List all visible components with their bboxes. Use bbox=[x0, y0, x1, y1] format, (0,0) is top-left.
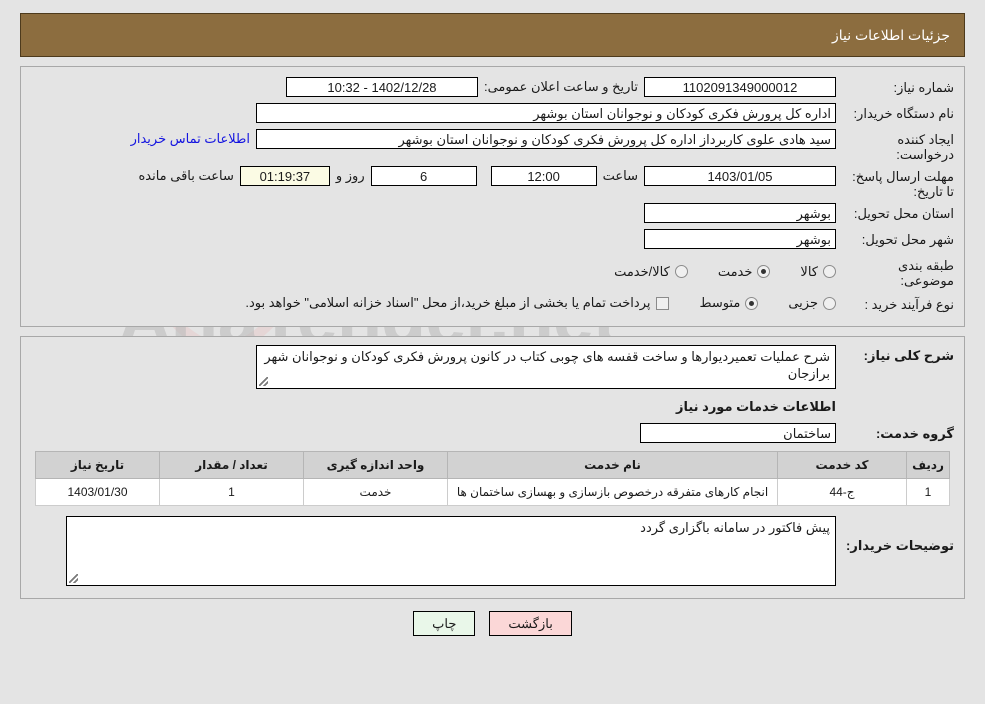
category-option-kala-khedmat[interactable]: کالا/خدمت bbox=[614, 264, 688, 280]
remaining-days-value: 6 bbox=[370, 166, 477, 186]
buyer-notes-value[interactable]: پیش فاکتور در سامانه باگزاری گردد bbox=[66, 516, 836, 586]
need-detail-panel: شرح کلی نیاز: شرح عملیات تعمیردیوارها و … bbox=[20, 336, 965, 599]
col-header-unit: واحد اندازه گیری bbox=[303, 451, 448, 479]
radio-circle-icon[interactable] bbox=[674, 265, 688, 278]
checkbox-icon[interactable] bbox=[656, 296, 670, 310]
radio-circle-selected-icon[interactable] bbox=[745, 296, 759, 310]
row-request-creator: ایجاد کننده درخواست: سید هادی علوی کاربر… bbox=[31, 129, 954, 162]
category-option-label: کالا/خدمت bbox=[614, 263, 670, 279]
service-group-value: ساختمان bbox=[640, 423, 836, 443]
announce-value: 1402/12/28 - 10:32 bbox=[285, 77, 478, 97]
process-label: نوع فرآیند خرید : bbox=[864, 297, 954, 312]
creator-value: سید هادی علوی کاربرداز اداره کل پرورش فک… bbox=[256, 129, 836, 149]
category-option-khedmat[interactable]: خدمت bbox=[718, 264, 771, 280]
creator-label: ایجاد کننده درخواست: bbox=[896, 132, 954, 162]
row-response-deadline: مهلت ارسال پاسخ: تا تاریخ: 1403/01/05 سا… bbox=[31, 166, 954, 199]
back-button[interactable]: بازگشت bbox=[489, 611, 572, 636]
city-value: بوشهر bbox=[644, 229, 836, 249]
need-number-value: 1102091349000012 bbox=[644, 77, 836, 97]
category-option-label: کالا bbox=[800, 263, 818, 279]
services-table: ردیف کد خدمت نام خدمت واحد اندازه گیری ت… bbox=[35, 451, 950, 506]
treasury-bond-note: پرداخت تمام یا بخشی از مبلغ خرید،از محل … bbox=[245, 295, 651, 310]
cell-radif: 1 bbox=[906, 478, 950, 506]
table-row: 1 ج-44 انجام کارهای متفرقه درخصوص بازساز… bbox=[35, 478, 950, 506]
need-summary-panel: شماره نیاز: 1102091349000012 تاریخ و ساع… bbox=[20, 66, 965, 327]
radio-circle-selected-icon[interactable] bbox=[757, 265, 771, 278]
row-buyer-notes: توضیحات خریدار: پیش فاکتور در سامانه باگ… bbox=[31, 516, 954, 586]
table-header-row: ردیف کد خدمت نام خدمت واحد اندازه گیری ت… bbox=[35, 451, 950, 479]
category-label: طبقه بندی موضوعی: bbox=[898, 258, 954, 288]
province-value: بوشهر bbox=[644, 203, 836, 223]
page-header: جزئیات اطلاعات نیاز bbox=[20, 13, 965, 57]
row-purchase-process: نوع فرآیند خرید : جزیی متوسط پرداخت تمام… bbox=[31, 292, 954, 314]
services-table-wrap: ردیف کد خدمت نام خدمت واحد اندازه گیری ت… bbox=[35, 451, 950, 506]
announce-label: تاریخ و ساعت اعلان عمومی: bbox=[483, 79, 638, 94]
page-title: جزئیات اطلاعات نیاز bbox=[831, 26, 950, 43]
action-button-bar: بازگشت چاپ bbox=[0, 611, 985, 636]
deadline-label: مهلت ارسال پاسخ: تا تاریخ: bbox=[852, 169, 954, 199]
need-number-label: شماره نیاز: bbox=[893, 80, 954, 95]
process-option-motevaset[interactable]: متوسط bbox=[699, 295, 759, 311]
col-header-qty: تعداد / مقدار bbox=[159, 451, 304, 479]
col-header-code: کد خدمت bbox=[777, 451, 907, 479]
city-label: شهر محل تحویل: bbox=[861, 232, 954, 247]
row-need-number: شماره نیاز: 1102091349000012 تاریخ و ساع… bbox=[31, 77, 954, 99]
service-group-label: گروه خدمت: bbox=[875, 426, 954, 441]
row-subject-category: طبقه بندی موضوعی: کالا خدمت کالا/خدمت bbox=[31, 255, 954, 288]
print-button[interactable]: چاپ bbox=[413, 611, 476, 636]
treasury-bond-checkbox-wrap[interactable]: پرداخت تمام یا بخشی از مبلغ خرید،از محل … bbox=[245, 295, 670, 311]
cell-code: ج-44 bbox=[777, 478, 907, 506]
row-delivery-city: شهر محل تحویل: بوشهر bbox=[31, 229, 954, 251]
process-option-jozi[interactable]: جزیی bbox=[788, 295, 836, 311]
process-option-label: جزیی bbox=[788, 295, 818, 310]
days-separator-label: روز و bbox=[335, 168, 365, 183]
buyer-contact-link[interactable]: اطلاعات تماس خریدار bbox=[125, 129, 256, 149]
radio-circle-icon[interactable] bbox=[823, 265, 836, 278]
row-service-group: گروه خدمت: ساختمان bbox=[31, 423, 954, 445]
row-general-description: شرح کلی نیاز: شرح عملیات تعمیردیوارها و … bbox=[31, 345, 954, 389]
col-header-date: تاریخ نیاز bbox=[35, 451, 160, 479]
buyer-org-value: اداره کل پرورش فکری کودکان و نوجوانان اس… bbox=[256, 103, 836, 123]
process-radio-group[interactable]: جزیی متوسط bbox=[669, 295, 836, 311]
general-desc-value[interactable]: شرح عملیات تعمیردیوارها و ساخت قفسه های … bbox=[256, 345, 836, 389]
remaining-hours-label: ساعت باقی مانده bbox=[138, 168, 234, 183]
category-radio-group[interactable]: کالا خدمت کالا/خدمت bbox=[584, 264, 836, 280]
cell-unit: خدمت bbox=[303, 478, 448, 506]
category-option-label: خدمت bbox=[717, 263, 753, 279]
col-header-radif: ردیف bbox=[906, 451, 950, 479]
process-option-label: متوسط bbox=[699, 295, 741, 310]
cell-date: 1403/01/30 bbox=[35, 478, 160, 506]
deadline-date-value: 1403/01/05 bbox=[644, 166, 836, 186]
countdown-timer: 01:19:37 bbox=[239, 166, 330, 186]
general-desc-label: شرح کلی نیاز: bbox=[863, 348, 954, 363]
category-option-kala[interactable]: کالا bbox=[800, 264, 836, 280]
radio-circle-icon[interactable] bbox=[823, 296, 836, 310]
province-label: استان محل تحویل: bbox=[853, 206, 954, 221]
hour-label: ساعت bbox=[602, 168, 638, 183]
row-buyer-org: نام دستگاه خریدار: اداره کل پرورش فکری ک… bbox=[31, 103, 954, 125]
services-section-title: اطلاعات خدمات مورد نیاز bbox=[675, 399, 836, 414]
buyer-org-label: نام دستگاه خریدار: bbox=[853, 106, 954, 121]
deadline-hour-value: 12:00 bbox=[490, 166, 597, 186]
cell-qty: 1 bbox=[159, 478, 304, 506]
col-header-name: نام خدمت bbox=[447, 451, 778, 479]
cell-name: انجام کارهای متفرقه درخصوص بازسازی و بهس… bbox=[447, 478, 778, 506]
row-delivery-province: استان محل تحویل: بوشهر bbox=[31, 203, 954, 225]
buyer-notes-label: توضیحات خریدار: bbox=[846, 538, 954, 553]
